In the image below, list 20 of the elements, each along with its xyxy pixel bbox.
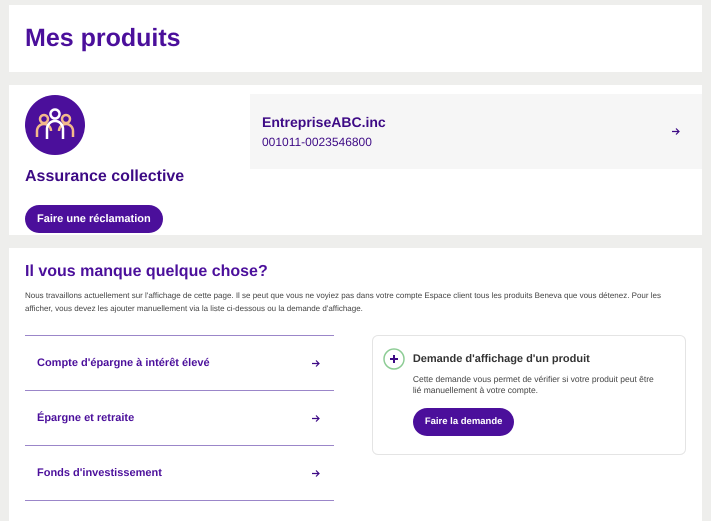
account-number: 001011-0023546800	[262, 134, 373, 151]
section-description: Nous travaillons actuellement sur l'affichage de cette page. Il se peut que vous ne voyiez pas dans votre compte Espace client tous les produits Beneva que vous détenez. Pour les afficher, vous devez les ajouter manuellement via la liste ci-dessous ou la demande d'affichage.	[25, 290, 662, 315]
claim-button[interactable]: Faire une réclamation	[25, 205, 163, 233]
arrow-right-icon	[310, 414, 320, 422]
request-button[interactable]: Faire la demande	[412, 408, 514, 436]
company-name: EntrepriseABC.inc	[262, 113, 387, 132]
group-people-icon	[25, 95, 85, 155]
section-title: Il vous manque quelque chose?	[25, 262, 269, 282]
arrow-right-icon	[310, 468, 320, 478]
request-text: Cette demande vous permet de vérifier si votre produit peut être lié manuellement à votre compte.	[412, 374, 655, 396]
account-row[interactable]: EntrepriseABC.inc 001011-0023546800	[250, 94, 702, 169]
product-name: Assurance collective	[25, 167, 186, 187]
arrow-right-icon	[310, 358, 320, 368]
page-title: Mes produits	[25, 22, 181, 54]
request-title: Demande d'affichage d'un produit	[412, 352, 590, 367]
arrow-right-icon	[671, 127, 680, 136]
product-link[interactable]: Compte d'épargne à intérêt élevé	[25, 336, 334, 391]
plus-icon	[382, 348, 405, 370]
product-link[interactable]: Épargne et retraite	[25, 391, 334, 446]
product-link[interactable]: Fonds d'investissement	[25, 446, 334, 501]
